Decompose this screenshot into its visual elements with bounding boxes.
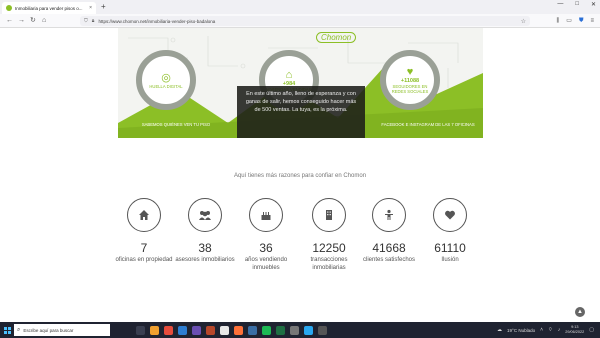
feature-circle bbox=[372, 198, 406, 232]
users-icon bbox=[199, 211, 211, 220]
tab-bar: Inmobiliaria para vender pisos o... × + … bbox=[0, 0, 600, 14]
network-icon[interactable]: ⌔ bbox=[548, 327, 553, 333]
task-view-icon[interactable] bbox=[136, 325, 145, 335]
taskbar-search[interactable]: ⌕ Escribe aquí para buscar bbox=[14, 324, 110, 336]
firefox-icon[interactable] bbox=[234, 325, 243, 335]
fingerprint-caption: SABEMOS QUIÉNES VEN TU PISO bbox=[141, 122, 211, 127]
feature-illusion: 61110 Ilusión bbox=[415, 198, 485, 264]
home-icon[interactable]: ⌂ bbox=[42, 16, 46, 26]
feature-circle bbox=[433, 198, 467, 232]
clock[interactable]: 9:13 29/06/2022 bbox=[565, 325, 584, 335]
start-button[interactable] bbox=[0, 322, 14, 338]
shield-icon: ⛉ bbox=[84, 18, 88, 24]
minimize-button[interactable]: — bbox=[557, 1, 563, 8]
address-bar[interactable]: ⛉ 🔒︎ https://www.chomon.net/inmobiliaria… bbox=[80, 16, 530, 26]
chomon-logo: Chomon bbox=[316, 32, 357, 43]
search-icon: ⌕ bbox=[17, 326, 21, 333]
reload-icon[interactable]: ↻ bbox=[30, 16, 36, 26]
reader-icon[interactable]: ▭ bbox=[566, 17, 572, 25]
app-icon[interactable] bbox=[290, 325, 299, 335]
windows-logo-icon bbox=[3, 326, 11, 334]
house-icon: ⌂ bbox=[285, 68, 293, 81]
system-tray: ☁ 19°C Nublado ˄ ⌔ ♪ 9:13 29/06/2022 ▢ bbox=[497, 325, 600, 335]
app-icon[interactable] bbox=[318, 325, 327, 335]
search-placeholder[interactable]: Escribe aquí para buscar bbox=[23, 328, 73, 333]
feature-offices: 7 oficinas en propiedad bbox=[109, 198, 179, 264]
followers-caption: FACEBOOK E INSTAGRAM DE LAS 7 OFICINAS bbox=[381, 122, 475, 127]
feature-advisors: 38 asesores inmobiliarios bbox=[170, 198, 240, 264]
overlay-message: En este último año, lleno de esperanza y… bbox=[237, 86, 365, 138]
word-icon[interactable] bbox=[178, 325, 187, 335]
feature-circle bbox=[249, 198, 283, 232]
bookmark-star-icon[interactable]: ☆ bbox=[521, 18, 526, 25]
powerpoint-icon[interactable] bbox=[206, 325, 215, 335]
clock-date: 29/06/2022 bbox=[565, 330, 585, 334]
library-icon[interactable]: ⫼ bbox=[557, 17, 560, 25]
cloud-icon: ☁ bbox=[497, 327, 503, 333]
web-page: Chomon ◎ HUELLA DIGITAL ⌂ +984 VIVIENDAS… bbox=[0, 28, 600, 322]
hero-banner: Chomon ◎ HUELLA DIGITAL ⌂ +984 VIVIENDAS… bbox=[118, 28, 483, 138]
scroll-to-top-button[interactable]: ▲ bbox=[575, 307, 585, 317]
feature-label: oficinas en propiedad bbox=[115, 257, 173, 263]
building-icon bbox=[326, 210, 332, 220]
toolbar-icons: ⫼ ▭ ⛊ ≡ bbox=[557, 17, 594, 25]
app-icon[interactable] bbox=[192, 325, 201, 335]
app-icon[interactable] bbox=[248, 325, 257, 335]
stat-gauge-followers: ♥ +11088 SEGUIDORES EN REDES SOCIALES bbox=[380, 50, 440, 110]
feature-circle bbox=[127, 198, 161, 232]
feature-number: 36 bbox=[259, 241, 273, 255]
spotify-icon[interactable] bbox=[262, 325, 271, 335]
tab-title: Inmobiliaria para vender pisos o... bbox=[15, 5, 83, 11]
feature-label: Ilusión bbox=[441, 257, 459, 263]
like-icon: ♥ bbox=[406, 66, 414, 78]
cake-icon bbox=[261, 212, 271, 220]
gauge-label: SEGUIDORES EN REDES SOCIALES bbox=[391, 84, 429, 94]
feature-label: asesores inmobiliarios bbox=[175, 257, 235, 263]
feature-circle bbox=[312, 198, 346, 232]
taskbar: ⌕ Escribe aquí para buscar ☁ 19°C Nublad… bbox=[0, 322, 600, 338]
navigation-bar: ← → ↻ ⌂ ⛉ 🔒︎ https://www.chomon.net/inmo… bbox=[0, 14, 600, 28]
home-icon bbox=[139, 210, 149, 220]
window-controls: — □ ✕ bbox=[557, 1, 596, 8]
section-title: Aquí tienes más razones para confiar en … bbox=[233, 173, 367, 179]
app-icon[interactable] bbox=[304, 325, 313, 335]
chevron-up-icon[interactable]: ˄ bbox=[540, 327, 543, 333]
feature-circle bbox=[188, 198, 222, 232]
close-window-button[interactable]: ✕ bbox=[591, 1, 596, 8]
menu-icon[interactable]: ≡ bbox=[590, 17, 594, 25]
feature-number: 38 bbox=[198, 241, 212, 255]
new-tab-button[interactable]: + bbox=[101, 2, 106, 12]
gauge-label: HUELLA DIGITAL bbox=[149, 83, 183, 89]
back-icon[interactable]: ← bbox=[6, 16, 13, 26]
fingerprint-icon: ◎ bbox=[161, 71, 171, 84]
browser-tab[interactable]: Inmobiliaria para vender pisos o... × bbox=[2, 2, 96, 14]
feature-number: 61110 bbox=[434, 241, 466, 255]
feature-number: 7 bbox=[140, 241, 148, 255]
forward-icon[interactable]: → bbox=[18, 16, 25, 26]
heart-icon bbox=[445, 210, 455, 220]
feature-clients: 41668 clientes satisfechos bbox=[354, 198, 424, 264]
favicon-icon bbox=[6, 5, 12, 11]
taskbar-apps bbox=[136, 325, 327, 335]
stat-gauge-fingerprint: ◎ HUELLA DIGITAL bbox=[136, 50, 196, 110]
person-icon bbox=[385, 209, 393, 220]
excel-icon[interactable] bbox=[276, 325, 285, 335]
lock-icon: 🔒︎ bbox=[91, 18, 95, 24]
feature-number: 41668 bbox=[372, 241, 406, 255]
maximize-button[interactable]: □ bbox=[575, 1, 579, 8]
file-explorer-icon[interactable] bbox=[150, 325, 159, 335]
chrome-icon[interactable] bbox=[220, 325, 229, 335]
weather-text[interactable]: 19°C Nublado bbox=[507, 328, 535, 333]
feature-label: años vendiendo inmuebles bbox=[244, 257, 288, 271]
vlc-icon[interactable] bbox=[164, 325, 173, 335]
extension-shield-icon[interactable]: ⛊ bbox=[579, 17, 584, 25]
notifications-icon[interactable]: ▢ bbox=[589, 327, 594, 333]
tab-close-icon[interactable]: × bbox=[89, 5, 92, 11]
feature-label: clientes satisfechos bbox=[362, 257, 416, 263]
url-text[interactable]: https://www.chomon.net/inmobiliaria-vend… bbox=[98, 19, 215, 24]
feature-years: 36 años vendiendo inmuebles bbox=[231, 198, 301, 272]
volume-icon[interactable]: ♪ bbox=[558, 327, 561, 333]
